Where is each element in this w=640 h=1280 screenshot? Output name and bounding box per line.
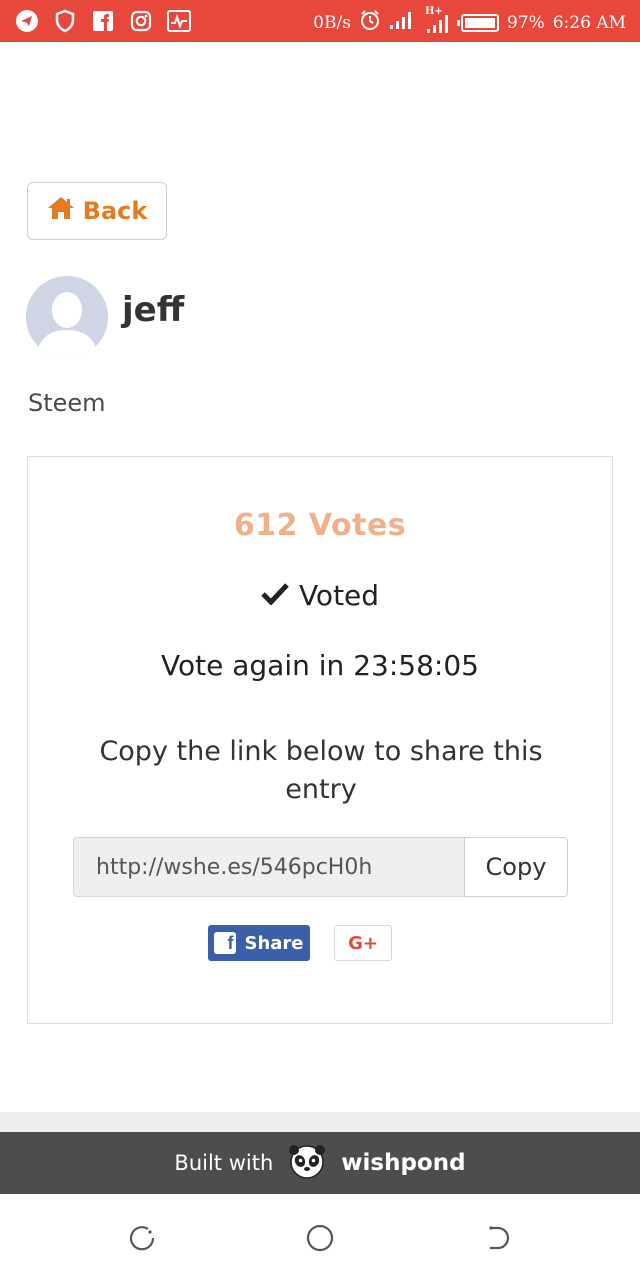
telegram-icon (14, 8, 40, 34)
vote-count: 612 Votes (233, 508, 407, 543)
instagram-icon (128, 8, 154, 34)
share-link-field[interactable]: http://wshe.es/546pcH0h (73, 837, 464, 897)
facebook-share-button[interactable]: f Share (208, 925, 310, 961)
android-nav-bar (0, 1196, 640, 1280)
share-instructions: Copy the link below to share this entry (99, 736, 543, 805)
checkmark-icon (261, 579, 289, 612)
facebook-icon (90, 8, 116, 34)
panda-logo-icon (287, 1143, 327, 1184)
facebook-icon: f (214, 932, 237, 954)
signal-hplus-icon: H+ (423, 6, 453, 34)
signal-icon (389, 10, 415, 35)
entry-tag: Steem (28, 389, 106, 417)
built-with-footer[interactable]: Built with wishpond (0, 1132, 640, 1194)
notification-icons (14, 8, 192, 34)
net-speed: 0B/s (313, 12, 351, 33)
battery-icon (456, 13, 499, 32)
recent-apps-icon (129, 1226, 155, 1251)
footer-divider (0, 1112, 640, 1132)
share-link-group: http://wshe.es/546pcH0h Copy (73, 837, 568, 897)
back-button[interactable]: Back (27, 182, 167, 240)
shield-icon (52, 8, 78, 34)
alarm-icon (359, 9, 381, 36)
built-with-label: Built with (174, 1151, 274, 1175)
voted-status: Voted (28, 579, 612, 612)
clock: 6:26 AM (552, 12, 626, 33)
system-indicators: 0B/s H+ 97% 6:26 AM (313, 6, 626, 36)
wishpond-brand: wishpond (341, 1150, 466, 1176)
avatar (26, 276, 108, 358)
back-button-label: Back (82, 197, 148, 225)
status-bar: 0B/s H+ 97% 6:26 AM (0, 0, 640, 42)
home-icon (47, 196, 75, 226)
facebook-share-label: Share (244, 932, 304, 954)
battery-percent: 97% (506, 12, 545, 33)
home-nav-button[interactable] (304, 1222, 336, 1254)
voted-label: Voted (298, 579, 380, 612)
back-nav-icon (489, 1226, 510, 1250)
vote-card: 612 Votes Voted Vote again in 23:58:05 C… (27, 456, 613, 1024)
home-circle-icon (306, 1224, 334, 1252)
copy-button[interactable]: Copy (464, 837, 568, 897)
activity-icon (166, 8, 192, 34)
recent-apps-button[interactable] (126, 1222, 158, 1254)
googleplus-share-button[interactable]: G+ (334, 925, 392, 961)
back-nav-button[interactable] (482, 1222, 514, 1254)
username: jeff (122, 290, 185, 330)
vote-again-countdown: Vote again in 23:58:05 (161, 649, 479, 682)
